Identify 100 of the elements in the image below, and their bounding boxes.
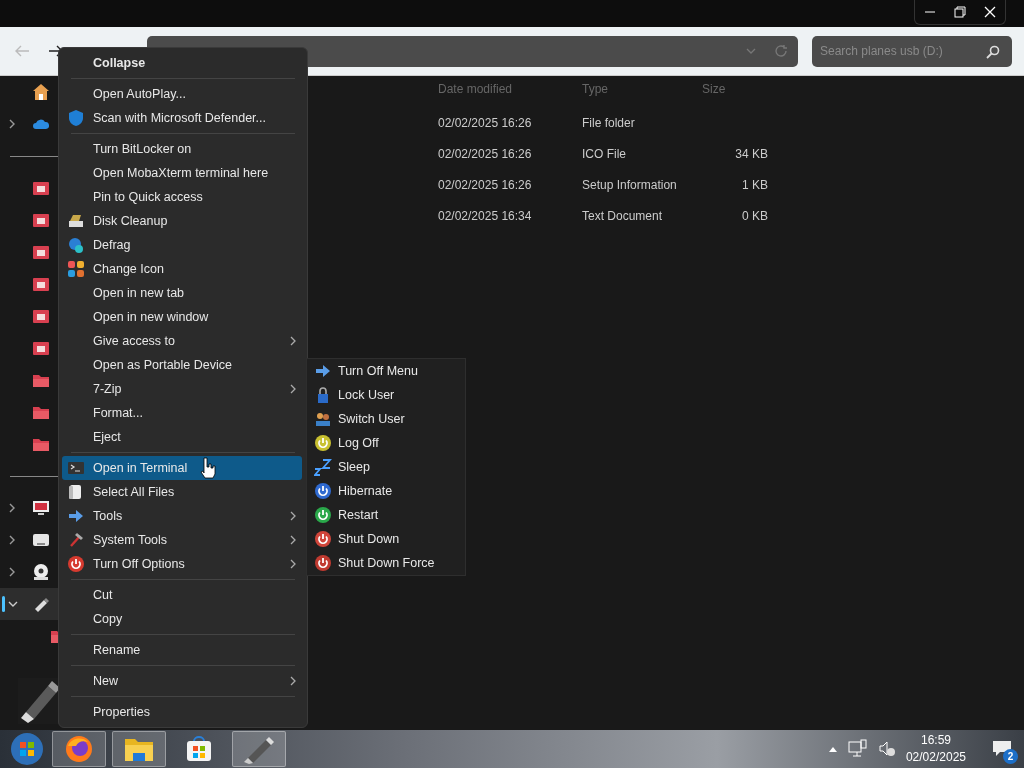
arrow-icon <box>314 362 332 380</box>
store-icon <box>185 735 213 763</box>
table-cell-text: ICO File <box>582 145 627 163</box>
menu-item[interactable]: Properties <box>62 700 302 724</box>
menu-item[interactable]: Hibernate <box>307 479 465 503</box>
drive-icon <box>32 531 50 549</box>
network-icon[interactable] <box>847 739 868 759</box>
start-button[interactable] <box>10 732 44 766</box>
menu-item[interactable]: New <box>62 669 302 693</box>
close-icon <box>984 6 996 18</box>
menu-item[interactable]: Open AutoPlay... <box>62 82 302 106</box>
drive-icon <box>32 275 50 293</box>
chevron-right-icon[interactable] <box>8 503 16 513</box>
menu-item[interactable]: Defrag <box>62 233 302 257</box>
menu-item[interactable]: Open as Portable Device <box>62 353 302 377</box>
table-cell-text: 02/02/2025 16:26 <box>438 114 533 132</box>
power-icon <box>314 434 332 452</box>
chevron-right-icon <box>290 559 296 569</box>
drive-icon <box>32 243 50 261</box>
chevron-right-icon[interactable] <box>8 567 16 577</box>
chevron-right-icon[interactable] <box>8 535 16 545</box>
menu-item[interactable]: System Tools <box>62 528 302 552</box>
menu-item[interactable]: Give access to <box>62 329 302 353</box>
firefox-icon <box>64 734 94 764</box>
drive-icon <box>32 339 50 357</box>
menu-item[interactable]: Tools <box>62 504 302 528</box>
table-cell-text: 02/02/2025 16:34 <box>438 207 533 225</box>
taskbar-button[interactable] <box>52 731 106 767</box>
menu-item[interactable]: Format... <box>62 401 302 425</box>
hammer-icon <box>67 531 85 549</box>
menu-item[interactable]: Copy <box>62 607 302 631</box>
menu-item[interactable]: Scan with Microsoft Defender... <box>62 106 302 130</box>
chevron-down-icon[interactable] <box>8 600 18 608</box>
hand-cursor-icon <box>200 457 216 479</box>
table-cell-text: 02/02/2025 16:26 <box>438 145 533 163</box>
defrag-icon <box>67 236 85 254</box>
tiles-icon <box>67 260 85 278</box>
clock-date: 02/02/2025 <box>905 749 966 766</box>
table-cell-text: Text Document <box>582 207 664 225</box>
notifications-button[interactable]: 2 <box>988 734 1016 764</box>
table-cell-text: 02/02/2025 16:26 <box>438 176 533 194</box>
search-field[interactable]: Search planes usb (D:) <box>812 35 1012 67</box>
chevron-right-icon <box>290 535 296 545</box>
menu-item[interactable]: Open in Terminal <box>62 456 302 480</box>
terminal-icon <box>67 459 85 477</box>
power-icon <box>314 530 332 548</box>
power-icon <box>314 482 332 500</box>
users-icon <box>314 410 332 428</box>
drive-icon <box>32 211 50 229</box>
chevron-right-icon <box>290 676 296 686</box>
menu-item[interactable]: Shut Down <box>307 527 465 551</box>
menu-item[interactable]: Shut Down Force <box>307 551 465 575</box>
sleep-icon <box>314 458 332 476</box>
speaker-muted-icon[interactable] <box>877 740 896 758</box>
disk-cleanup-icon <box>67 212 85 230</box>
disc-icon <box>32 563 50 581</box>
chevron-right-icon <box>290 511 296 521</box>
home-icon <box>32 83 50 101</box>
table-cell-text: 0 KB <box>741 207 768 225</box>
message-icon <box>992 740 1012 758</box>
table-cell-text: 34 KB <box>734 145 768 163</box>
clock-time: 16:59 <box>920 732 951 749</box>
taskbar-button[interactable] <box>112 731 166 767</box>
chevron-right-icon[interactable] <box>8 119 16 129</box>
taskbar-button[interactable] <box>232 731 286 767</box>
table-cell-text: 1 KB <box>741 176 768 194</box>
menu-item[interactable]: Rename <box>62 638 302 662</box>
table-cell-text: Setup Information <box>582 176 678 194</box>
power-icon <box>314 506 332 524</box>
menu-item[interactable]: Cut <box>62 583 302 607</box>
menu-item[interactable]: Pin to Quick access <box>62 185 302 209</box>
arrow-icon <box>67 507 85 525</box>
menu-item[interactable]: Change Icon <box>62 257 302 281</box>
menu-item[interactable]: Lock User <box>307 383 465 407</box>
power-icon <box>314 554 332 572</box>
menu-item[interactable]: Restart <box>307 503 465 527</box>
drive-icon <box>32 307 50 325</box>
monitor-icon <box>32 499 50 517</box>
menu-item[interactable]: 7-Zip <box>62 377 302 401</box>
menu-item[interactable]: Turn Off Options <box>62 552 302 576</box>
table-cell-text: File folder <box>582 114 636 132</box>
chevron-right-icon <box>290 336 296 346</box>
restore-icon <box>954 6 966 18</box>
clock[interactable]: 16:59 02/02/2025 <box>905 732 966 766</box>
menu-item[interactable]: Sleep <box>307 455 465 479</box>
caret-up-icon[interactable] <box>827 745 838 753</box>
menu-item[interactable]: Disk Cleanup <box>62 209 302 233</box>
chevron-right-icon <box>290 384 296 394</box>
menu-item[interactable]: Log Off <box>307 431 465 455</box>
search-icon[interactable] <box>986 44 1000 59</box>
menu-item[interactable]: Turn Off Menu <box>307 359 465 383</box>
menu-item[interactable]: Open MobaXterm terminal here <box>62 161 302 185</box>
menu-item[interactable]: Open in new tab <box>62 281 302 305</box>
menu-item[interactable]: Turn BitLocker on <box>62 137 302 161</box>
menu-item[interactable]: Open in new window <box>62 305 302 329</box>
menu-item[interactable]: Select All Files <box>62 480 302 504</box>
menu-item[interactable]: Switch User <box>307 407 465 431</box>
drive-icon <box>32 179 50 197</box>
menu-item[interactable]: Eject <box>62 425 302 449</box>
menu-item[interactable]: Collapse <box>62 51 302 75</box>
